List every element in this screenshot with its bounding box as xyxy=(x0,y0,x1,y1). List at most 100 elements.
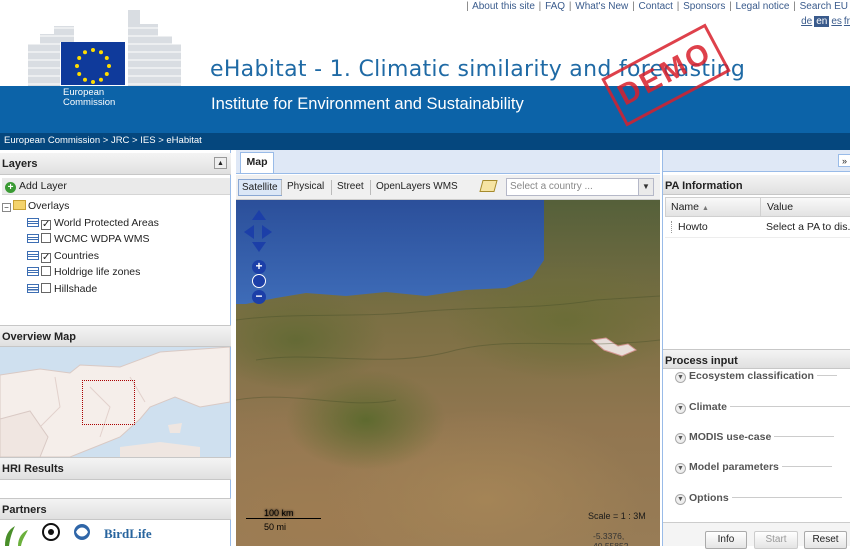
layer-hillshade[interactable]: Hillshade xyxy=(2,281,230,298)
layer-checkbox[interactable] xyxy=(41,233,51,243)
unep-logo[interactable] xyxy=(40,522,62,546)
breadcrumb-item-ec[interactable]: European Commission xyxy=(4,135,100,146)
start-button[interactable]: Start xyxy=(754,531,798,549)
breadcrumb-item-ehabitat[interactable]: eHabitat xyxy=(166,135,201,146)
collapse-toggle-icon[interactable]: − xyxy=(2,203,11,212)
base-layer-wms-button[interactable]: OpenLayers WMS xyxy=(373,179,461,196)
add-layer-button[interactable]: + Add Layer xyxy=(2,178,230,195)
scale-mi: 50 mi xyxy=(264,522,287,532)
expand-icon[interactable]: ▼ xyxy=(675,433,686,444)
zoom-out-icon[interactable]: − xyxy=(252,290,266,304)
layer-checkbox[interactable] xyxy=(41,282,51,293)
language-selector: de en es fr xyxy=(799,16,850,27)
layer-label: Hillshade xyxy=(54,282,98,295)
breadcrumb-item-jrc[interactable]: JRC xyxy=(111,135,129,146)
link-contact[interactable]: Contact xyxy=(638,1,672,12)
logo-text: European Commission xyxy=(63,88,115,108)
lang-de[interactable]: de xyxy=(801,16,812,27)
row-value: Select a PA to dis... xyxy=(766,221,850,233)
link-legal-notice[interactable]: Legal notice xyxy=(736,1,790,12)
reset-button[interactable]: Reset xyxy=(804,531,847,549)
expand-icon[interactable]: ▼ xyxy=(675,494,686,505)
chevron-down-icon[interactable]: ▼ xyxy=(638,179,653,195)
process-input-title: Process input xyxy=(665,355,738,367)
toolbar-separator xyxy=(281,180,282,195)
link-faq[interactable]: FAQ xyxy=(545,1,565,12)
scale-bar: 100 km 50 mi xyxy=(246,506,326,534)
hri-results-header[interactable]: HRI Results xyxy=(0,457,231,480)
layer-checkbox[interactable] xyxy=(41,266,51,276)
overview-viewport-rect[interactable] xyxy=(82,380,135,425)
link-search-eu[interactable]: Search EU xyxy=(800,1,848,12)
section-options[interactable]: ▼ Options xyxy=(675,492,842,505)
lang-es[interactable]: es xyxy=(831,16,842,27)
base-layer-satellite-button[interactable]: Satellite xyxy=(238,179,282,196)
layer-wcmc-wdpa-wms[interactable]: WCMC WDPA WMS xyxy=(2,231,230,248)
section-model-parameters[interactable]: ▼ Model parameters xyxy=(675,461,832,474)
breadcrumb: European Commission > JRC > IES > eHabit… xyxy=(0,133,850,150)
base-layer-physical-button[interactable]: Physical xyxy=(284,179,327,196)
layer-checkbox[interactable]: ✓ xyxy=(41,219,51,230)
wcmc-logo[interactable] xyxy=(70,522,94,546)
institute-name: Institute for Environment and Sustainabi… xyxy=(211,95,524,113)
link-whats-new[interactable]: What's New xyxy=(575,1,628,12)
pan-left-icon[interactable] xyxy=(244,225,254,239)
overview-map[interactable] xyxy=(0,347,230,457)
zoom-world-icon[interactable] xyxy=(252,274,266,288)
toolbar-separator xyxy=(331,180,332,195)
collapse-layers-button[interactable]: ▲ xyxy=(214,157,227,169)
column-header-value[interactable]: Value xyxy=(761,198,850,216)
section-label: Ecosystem classification xyxy=(689,370,814,382)
layer-icon xyxy=(27,234,39,243)
pan-up-icon[interactable] xyxy=(252,210,266,220)
link-about[interactable]: About this site xyxy=(472,1,535,12)
site-header: | About this site | FAQ | What's New | C… xyxy=(0,0,850,133)
country-select[interactable]: Select a country ... ▼ xyxy=(506,178,654,196)
measure-icon[interactable] xyxy=(479,180,498,192)
pan-right-icon[interactable] xyxy=(262,225,272,239)
layer-checkbox[interactable]: ✓ xyxy=(41,252,51,263)
eu-flag-icon xyxy=(61,42,125,85)
layer-label: WCMC WDPA WMS xyxy=(54,233,150,245)
layer-holdrige-life-zones[interactable]: Holdrige life zones xyxy=(2,264,230,281)
divider xyxy=(729,406,850,407)
table-row[interactable]: Howto Select a PA to dis... xyxy=(665,218,850,238)
partners-title: Partners xyxy=(2,504,47,516)
tab-map[interactable]: Map xyxy=(240,152,274,173)
layers-title: Layers xyxy=(2,158,38,170)
tree-folder-overlays[interactable]: − Overlays xyxy=(2,198,230,215)
pa-information-title: PA Information xyxy=(665,180,743,192)
right-panel-bar: » xyxy=(663,150,850,172)
add-layer-label: Add Layer xyxy=(19,180,67,192)
section-ecosystem-classification[interactable]: ▼ Ecosystem classification xyxy=(675,370,837,383)
section-label: MODIS use-case xyxy=(689,431,772,443)
layer-world-protected-areas[interactable]: ✓ World Protected Areas xyxy=(2,215,230,232)
layer-icon xyxy=(27,250,39,260)
section-modis-use-case[interactable]: ▼ MODIS use-case xyxy=(675,431,835,444)
map-viewport[interactable]: + − 100 km 50 mi Scale = 1 : 3M -5.3376,… xyxy=(236,200,660,546)
column-header-name[interactable]: Name ▲ xyxy=(666,198,761,216)
hri-results-title: HRI Results xyxy=(2,463,64,475)
breadcrumb-item-ies[interactable]: IES xyxy=(140,135,155,146)
base-layer-street-button[interactable]: Street xyxy=(334,179,367,196)
section-climate[interactable]: ▼ Climate xyxy=(675,401,850,414)
expand-icon[interactable]: ▼ xyxy=(675,372,686,383)
right-panel: » PA Information Name ▲ Value Howto Sele… xyxy=(662,150,850,549)
process-buttons: Info Start Reset xyxy=(663,522,850,549)
mouse-coordinates: -5.3376, 40.55852 xyxy=(593,531,629,546)
plant-partner-logo[interactable] xyxy=(0,522,30,546)
section-label: Climate xyxy=(689,401,727,413)
row-name: Howto xyxy=(671,221,708,233)
lang-fr[interactable]: fr xyxy=(844,16,850,27)
link-sponsors[interactable]: Sponsors xyxy=(683,1,725,12)
zoom-in-icon[interactable]: + xyxy=(252,260,266,274)
lang-en[interactable]: en xyxy=(814,16,830,27)
expand-panel-icon[interactable]: » xyxy=(838,154,850,167)
info-button[interactable]: Info xyxy=(705,531,747,549)
expand-icon[interactable]: ▼ xyxy=(675,403,686,414)
birdlife-logo[interactable]: BirdLife xyxy=(104,526,152,542)
layer-countries[interactable]: ✓ Countries xyxy=(2,248,230,265)
expand-icon[interactable]: ▼ xyxy=(675,463,686,474)
country-select-placeholder: Select a country ... xyxy=(510,181,593,192)
pan-down-icon[interactable] xyxy=(252,242,266,252)
